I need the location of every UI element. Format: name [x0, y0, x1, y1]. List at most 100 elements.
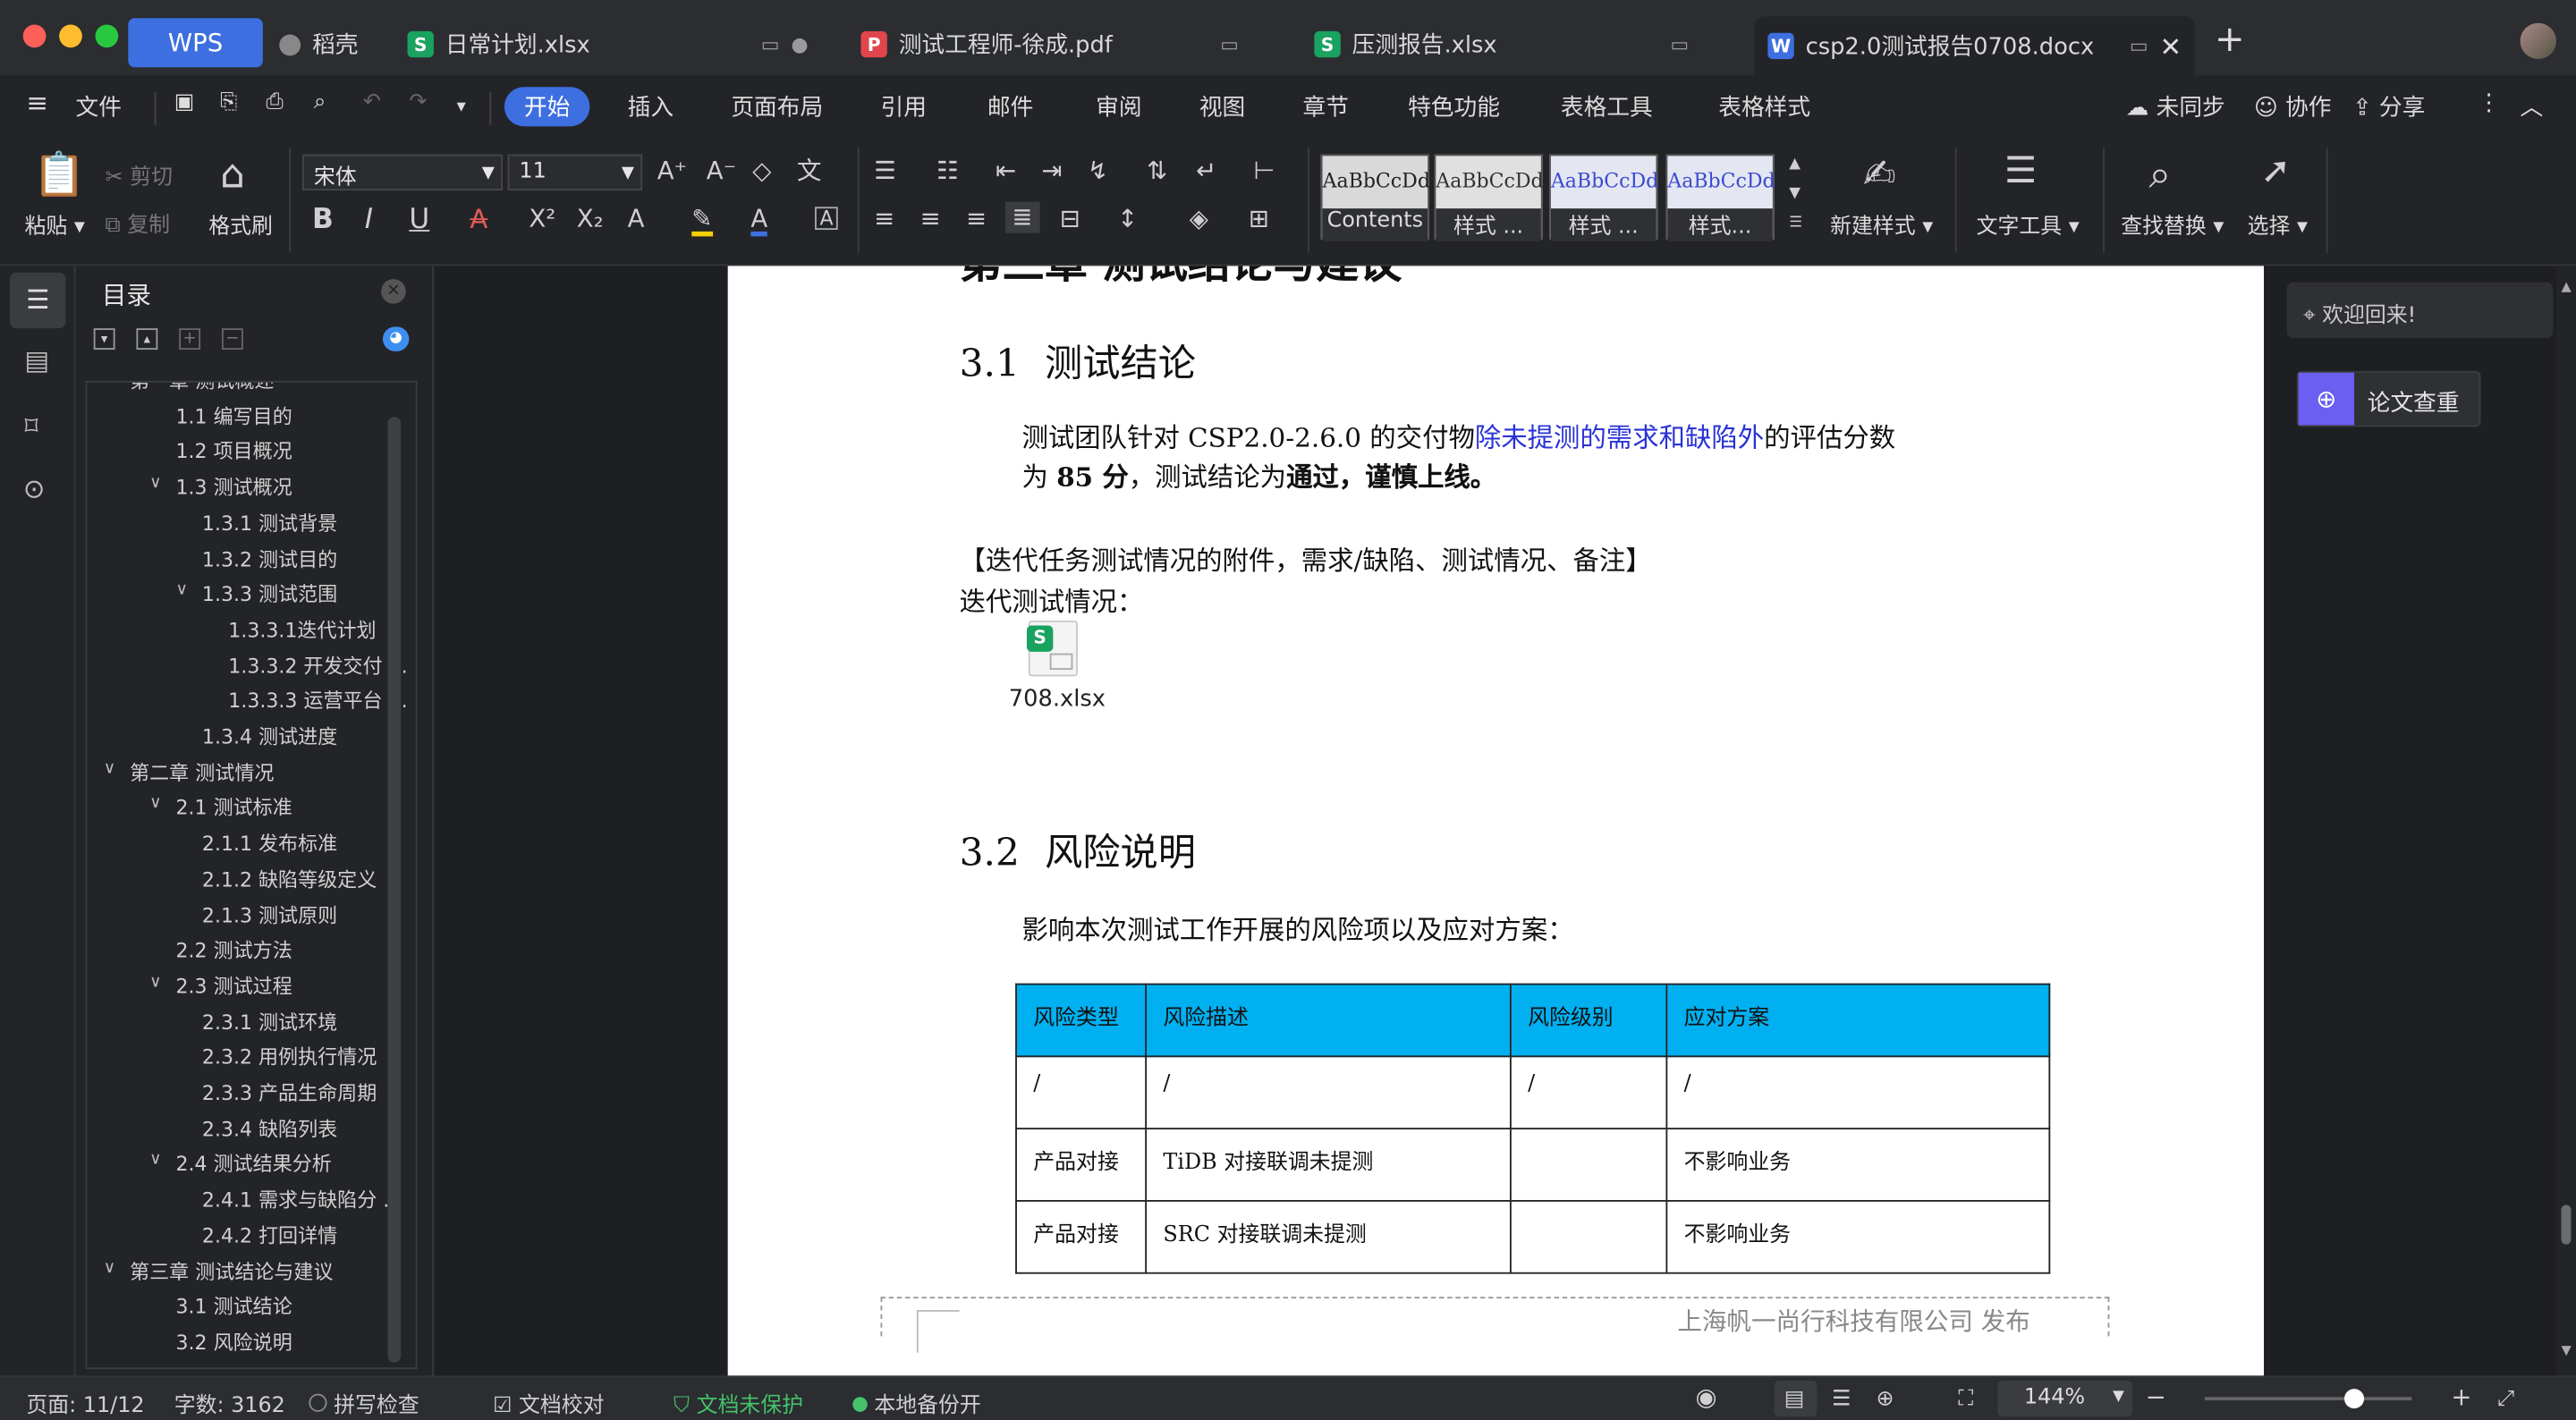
toc-item[interactable]: 2.1 测试标准: [176, 793, 292, 821]
increase-indent-icon[interactable]: ⇥: [1041, 158, 1062, 184]
text-tools-button[interactable]: 文字工具 ▾: [1977, 208, 2080, 240]
underline-icon[interactable]: U: [409, 206, 429, 234]
zoom-in-icon[interactable]: +: [2451, 1382, 2471, 1412]
paste-icon[interactable]: 📋: [33, 155, 86, 198]
table-cell[interactable]: [1509, 1199, 1668, 1274]
font-size-select[interactable]: 11 ▼: [507, 154, 643, 190]
table-header-cell[interactable]: 应对方案: [1665, 983, 2051, 1058]
paper-check-button[interactable]: ⊕ 论文查重: [2296, 370, 2481, 427]
avatar[interactable]: [2520, 22, 2556, 60]
hyperlink-text[interactable]: 除未提测的需求和缺陷外: [1475, 422, 1764, 453]
paste-button[interactable]: 粘贴 ▾: [25, 208, 85, 240]
font-name-select[interactable]: 宋体 ▼: [301, 154, 504, 190]
style-scroll-up-icon[interactable]: ▲: [1789, 156, 1801, 173]
zoom-slider-thumb[interactable]: [2343, 1389, 2364, 1409]
document-protect-button[interactable]: ⛉ 文档未保护: [674, 1387, 803, 1419]
numbered-list-icon[interactable]: ☷: [936, 158, 959, 184]
superscript-icon[interactable]: X²: [529, 206, 555, 232]
find-panel-icon[interactable]: ⊙: [23, 473, 46, 504]
table-cell[interactable]: 不影响业务: [1665, 1128, 2051, 1202]
risk-table[interactable]: 风险类型 风险描述 风险级别 应对方案 / / / / 产品对接 TiDB 对接…: [1015, 983, 2051, 1274]
menu-review[interactable]: 审阅: [1096, 90, 1141, 123]
highlight-icon[interactable]: ✎: [691, 206, 713, 237]
toc-item[interactable]: 第一章 测试概述: [130, 383, 274, 394]
toc-item[interactable]: 2.3.3 产品生命周期: [202, 1078, 377, 1106]
monitor-icon[interactable]: ▭: [761, 33, 780, 56]
menu-references[interactable]: 引用: [880, 90, 926, 123]
clear-format-icon[interactable]: ◇: [752, 158, 771, 184]
distributed-icon[interactable]: ⊟: [1060, 206, 1080, 232]
table-cell[interactable]: /: [1145, 1055, 1512, 1130]
strikethrough-icon[interactable]: A: [470, 206, 487, 232]
zoom-out-icon[interactable]: −: [2146, 1382, 2166, 1412]
fullscreen-icon[interactable]: ⤢: [2497, 1387, 2514, 1412]
export-pdf-icon[interactable]: ⎘: [220, 90, 237, 115]
format-painter-button[interactable]: 格式刷: [208, 208, 273, 240]
table-cell[interactable]: 产品对接: [1015, 1128, 1148, 1202]
toc-item[interactable]: 2.2 测试方法: [176, 936, 292, 964]
toc-item[interactable]: 第二章 测试情况: [130, 758, 274, 786]
toc-item[interactable]: 1.3.3.1迭代计划: [228, 615, 376, 643]
align-left-icon[interactable]: ≡: [874, 206, 894, 232]
select-button[interactable]: 选择 ▾: [2248, 208, 2308, 240]
toc-item[interactable]: 1.3.1 测试背景: [202, 509, 337, 537]
table-cell[interactable]: /: [1509, 1055, 1668, 1130]
fit-page-icon[interactable]: ⛶: [1958, 1387, 1973, 1412]
toc-scrollbar[interactable]: [387, 417, 402, 1363]
collapse-all-icon[interactable]: ▴: [136, 328, 158, 351]
toc-item[interactable]: 2.3.1 测试环境: [202, 1007, 337, 1035]
format-painter-icon[interactable]: ⌂: [220, 155, 245, 194]
toc-item[interactable]: 2.3.4 缺陷列表: [202, 1114, 337, 1142]
menu-special-features[interactable]: 特色功能: [1408, 90, 1500, 123]
toc-item[interactable]: 2.1.2 缺陷等级定义: [202, 865, 377, 892]
word-count[interactable]: 字数: 3162: [174, 1387, 285, 1419]
menu-table-style[interactable]: 表格样式: [1718, 90, 1810, 123]
toc-panel-icon[interactable]: ☰: [10, 272, 66, 329]
xlsx-file-icon[interactable]: S: [1026, 620, 1078, 677]
document-proof-button[interactable]: ☑ 文档校对: [493, 1387, 605, 1419]
show-marks-icon[interactable]: ↵: [1196, 158, 1216, 184]
quick-access-dropdown-icon[interactable]: ▾: [457, 95, 466, 116]
style-1[interactable]: AaBbCcDd 样式 ...: [1434, 154, 1544, 241]
tab-wps-home[interactable]: WPS: [128, 18, 263, 68]
cursor-icon[interactable]: ➚: [2260, 154, 2291, 190]
align-right-icon[interactable]: ≡: [966, 206, 987, 232]
hamburger-menu-icon[interactable]: ≡: [26, 87, 48, 118]
table-cell[interactable]: 产品对接: [1015, 1199, 1148, 1274]
bullet-list-icon[interactable]: ☰: [874, 158, 896, 184]
local-backup-toggle[interactable]: 本地备份开: [852, 1387, 981, 1418]
monitor-icon[interactable]: ▭: [1670, 33, 1689, 56]
sort-icon[interactable]: ⇅: [1147, 158, 1167, 184]
monitor-icon[interactable]: ▭: [2130, 35, 2148, 58]
justify-icon[interactable]: ≣: [1005, 201, 1039, 233]
document-outline-icon[interactable]: ▤: [25, 345, 50, 376]
chevron-down-icon[interactable]: ∨: [149, 795, 161, 813]
tab-csp-report-docx[interactable]: W csp2.0测试报告0708.docx ▭ ✕: [1754, 16, 2195, 76]
table-cell[interactable]: SRC 对接联调未提测: [1145, 1199, 1512, 1274]
chevron-down-icon[interactable]: ∨: [149, 973, 161, 991]
toc-item[interactable]: 3.2 风险说明: [176, 1328, 292, 1356]
style-expand-icon[interactable]: ☰: [1789, 216, 1802, 232]
more-options-icon[interactable]: ⋮: [2478, 90, 2501, 116]
page-indicator[interactable]: 页面: 11/12: [26, 1387, 144, 1419]
align-center-icon[interactable]: ≡: [920, 206, 941, 232]
style-scroll-down-icon[interactable]: ▼: [1789, 186, 1801, 202]
table-cell[interactable]: 不影响业务: [1665, 1199, 2051, 1274]
text-tools-icon[interactable]: ☰: [2004, 154, 2037, 190]
line-spacing-icon[interactable]: ↕: [1117, 206, 1138, 232]
new-style-button[interactable]: 新建样式 ▾: [1830, 208, 1933, 240]
toc-item[interactable]: 1.3.3.2 开发交付 ...: [228, 651, 407, 679]
promote-heading-icon[interactable]: +: [179, 328, 201, 351]
char-border-icon[interactable]: A: [815, 207, 839, 231]
tab-daily-plan[interactable]: S 日常计划.xlsx ▭ ●: [394, 20, 822, 69]
search-icon[interactable]: ⌕: [2148, 155, 2171, 194]
toc-item[interactable]: 2.4.2 打回详情: [202, 1221, 337, 1248]
tab-docer[interactable]: 稻壳: [267, 20, 372, 69]
style-2[interactable]: AaBbCcDd 样式 ...: [1549, 154, 1658, 241]
outline-view-icon[interactable]: ☰: [1832, 1387, 1851, 1412]
toc-item[interactable]: 1.3.3 测试范围: [202, 579, 337, 607]
chevron-down-icon[interactable]: ∨: [104, 383, 115, 386]
toc-item[interactable]: 2.1.1 发布标准: [202, 829, 337, 857]
redo-icon[interactable]: ↷: [409, 90, 427, 115]
borders-icon[interactable]: ⊞: [1249, 206, 1269, 232]
